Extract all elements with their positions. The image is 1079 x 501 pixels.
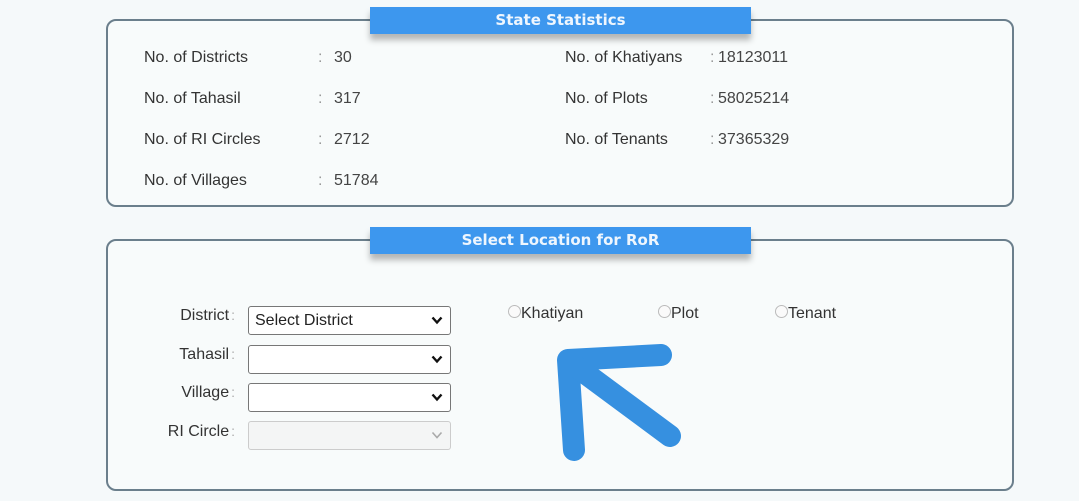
stat-label: No. of Khatiyans bbox=[565, 49, 683, 66]
stat-value: 317 bbox=[334, 90, 361, 107]
village-label: Village: bbox=[145, 384, 235, 402]
stat-label: No. of Villages bbox=[144, 172, 247, 189]
radio-label: Plot bbox=[671, 305, 699, 322]
stat-separator: : bbox=[710, 90, 715, 107]
stat-separator: : bbox=[318, 49, 323, 66]
district-select-value: Select District bbox=[255, 312, 353, 329]
tahasil-select[interactable] bbox=[248, 345, 451, 374]
radio-button[interactable] bbox=[508, 305, 521, 318]
chevron-down-icon bbox=[431, 355, 443, 364]
radio-khatiyan[interactable]: Khatiyan bbox=[508, 304, 583, 324]
tahasil-label: Tahasil: bbox=[145, 346, 235, 364]
label-separator: : bbox=[231, 423, 235, 439]
stat-label: No. of Plots bbox=[565, 90, 648, 107]
stat-separator: : bbox=[710, 131, 715, 148]
stat-separator: : bbox=[710, 49, 715, 66]
chevron-down-icon bbox=[431, 393, 443, 402]
radio-label: Khatiyan bbox=[521, 305, 584, 322]
district-label: District: bbox=[145, 307, 235, 325]
stat-value: 37365329 bbox=[718, 131, 790, 148]
state-statistics-title: State Statistics bbox=[370, 7, 751, 34]
stat-value: 51784 bbox=[334, 172, 379, 189]
chevron-down-icon bbox=[431, 316, 443, 325]
ror-location-panel bbox=[106, 239, 1014, 491]
radio-label: Tenant bbox=[788, 305, 837, 322]
stat-value: 18123011 bbox=[718, 49, 788, 66]
stat-value: 30 bbox=[334, 49, 352, 66]
stat-separator: : bbox=[318, 90, 323, 107]
ri-circle-select[interactable] bbox=[248, 421, 451, 450]
stat-label: No. of Tahasil bbox=[144, 90, 241, 107]
chevron-down-icon bbox=[431, 431, 443, 439]
stat-value: 2712 bbox=[334, 131, 370, 148]
tahasil-label-text: Tahasil bbox=[179, 346, 230, 363]
radio-tenant[interactable]: Tenant bbox=[775, 304, 836, 324]
stat-separator: : bbox=[318, 131, 323, 148]
ri-circle-label: RI Circle: bbox=[145, 423, 235, 441]
stat-label: No. of Tenants bbox=[565, 131, 668, 148]
stat-label: No. of Districts bbox=[144, 49, 249, 66]
radio-plot[interactable]: Plot bbox=[658, 304, 699, 324]
ror-location-title: Select Location for RoR bbox=[370, 227, 751, 254]
village-select[interactable] bbox=[248, 383, 451, 412]
radio-button[interactable] bbox=[658, 305, 671, 318]
radio-button[interactable] bbox=[775, 305, 788, 318]
district-label-text: District bbox=[180, 307, 230, 324]
stat-separator: : bbox=[318, 172, 323, 189]
village-label-text: Village bbox=[181, 384, 230, 401]
district-select[interactable]: Select District bbox=[248, 306, 451, 335]
label-separator: : bbox=[231, 307, 235, 323]
stat-value: 58025214 bbox=[718, 90, 790, 107]
ri-circle-label-text: RI Circle bbox=[167, 423, 230, 440]
label-separator: : bbox=[231, 384, 235, 400]
label-separator: : bbox=[231, 346, 235, 362]
stat-label: No. of RI Circles bbox=[144, 131, 261, 148]
